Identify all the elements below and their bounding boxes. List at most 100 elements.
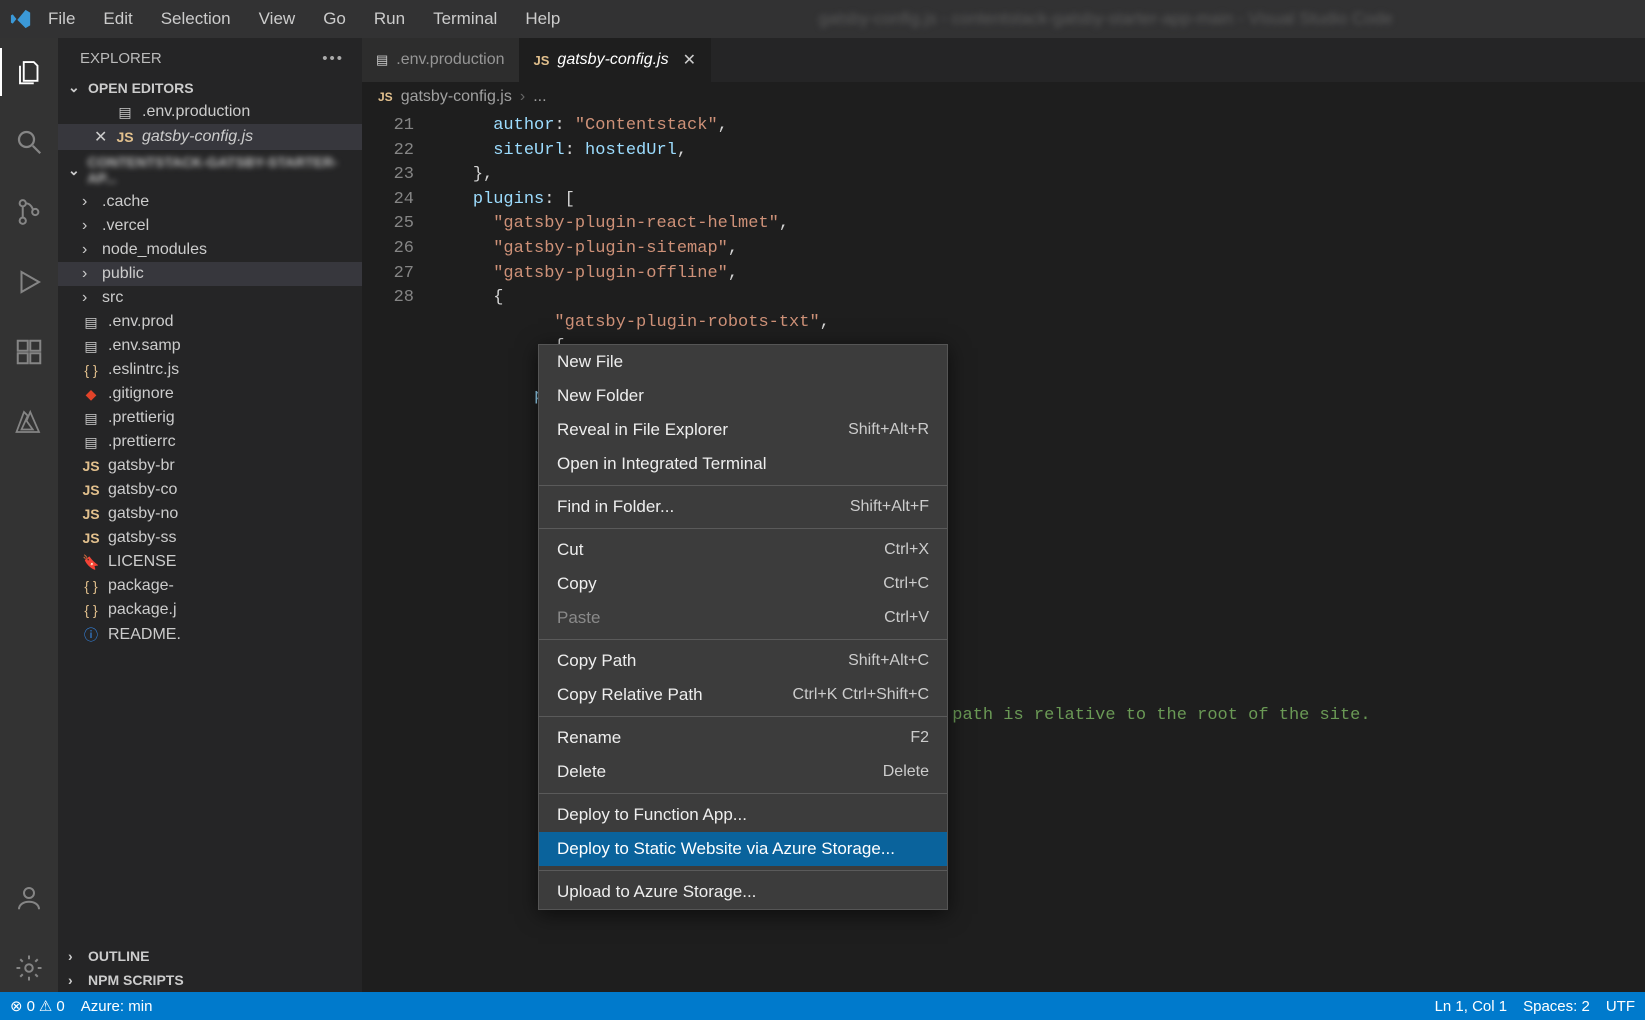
folder-item[interactable]: ›src [58,286,362,310]
menu-separator [539,870,947,871]
status-azure[interactable]: Azure: min [81,998,153,1015]
status-bar: ⊗ 0 ⚠ 0 Azure: min Ln 1, Col 1 Spaces: 2… [0,992,1645,1020]
breadcrumb-part: ... [533,88,546,106]
file-item[interactable]: ▤.env.samp [58,334,362,358]
context-menu-item[interactable]: New File [539,345,947,379]
tree-label: gatsby-ss [108,529,176,547]
menu-item-label: Find in Folder... [557,497,674,517]
breadcrumbs[interactable]: JS gatsby-config.js › ... [362,82,1645,112]
context-menu-item[interactable]: Reveal in File ExplorerShift+Alt+R [539,413,947,447]
source-control-tab-button[interactable] [0,188,58,236]
npm-scripts-section[interactable]: › NPM SCRIPTS [58,968,362,992]
source-control-icon [14,197,44,227]
context-menu-item[interactable]: CopyCtrl+C [539,567,947,601]
account-button[interactable] [0,874,58,922]
context-menu-item[interactable]: DeleteDelete [539,755,947,789]
chevron-right-icon: › [68,972,82,988]
tree-label: README. [108,626,181,644]
menu-separator [539,485,947,486]
status-errors[interactable]: ⊗ 0 ⚠ 0 [10,997,65,1015]
tab-label: .env.production [396,51,504,69]
folder-item[interactable]: ›.vercel [58,214,362,238]
open-editors-list: ▤ .env.production ✕ JS gatsby-config.js [58,100,362,150]
open-editors-section[interactable]: ⌄ OPEN EDITORS [58,75,362,100]
file-item[interactable]: { }package- [58,574,362,598]
chevron-right-icon: › [82,265,94,283]
context-menu-item[interactable]: Upload to Azure Storage... [539,875,947,909]
file-item[interactable]: JS gatsby-ss [58,526,362,550]
file-item[interactable]: JSgatsby-no [58,502,362,526]
warning-count: 0 [56,998,64,1015]
file-item[interactable]: JSgatsby-co [58,478,362,502]
run-debug-tab-button[interactable] [0,258,58,306]
context-menu-item[interactable]: Deploy to Static Website via Azure Stora… [539,832,947,866]
extensions-tab-button[interactable] [0,328,58,376]
close-icon[interactable]: ✕ [94,127,108,147]
context-menu: New FileNew FolderReveal in File Explore… [538,344,948,910]
explorer-sidebar: EXPLORER ••• ⌄ OPEN EDITORS ▤ .env.produ… [58,38,362,992]
status-encoding[interactable]: UTF [1606,998,1635,1015]
editor-tabbar: ▤ .env.production JS gatsby-config.js ✕ [362,38,1645,82]
extensions-icon [14,337,44,367]
open-editor-item[interactable]: ✕ JS gatsby-config.js [58,124,362,150]
lic-icon: 🔖 [82,554,100,571]
tree-label: .env.samp [108,337,181,355]
menu-go[interactable]: Go [311,5,358,33]
close-icon[interactable]: ✕ [683,50,696,70]
file-item[interactable]: ◆.gitignore [58,382,362,406]
file-item[interactable]: { }package.j [58,598,362,622]
chevron-right-icon: › [82,193,94,211]
project-section[interactable]: ⌄ CONTENTSTACK-GATSBY-STARTER-AP... [58,150,362,190]
file-item[interactable]: { }.eslintrc.js [58,358,362,382]
settings-button[interactable] [0,944,58,992]
file-item[interactable]: ▤.prettierrc [58,430,362,454]
menu-selection[interactable]: Selection [149,5,243,33]
context-menu-item[interactable]: Find in Folder... Shift+Alt+F [539,490,947,524]
context-menu-item[interactable]: Copy PathShift+Alt+C [539,644,947,678]
error-icon: ⊗ [10,997,23,1015]
context-menu-item[interactable]: Rename F2 [539,721,947,755]
status-cursor-pos[interactable]: Ln 1, Col 1 [1435,998,1508,1015]
file-item[interactable]: ▤.env.prod [58,310,362,334]
menu-help[interactable]: Help [513,5,572,33]
status-indent[interactable]: Spaces: 2 [1523,998,1590,1015]
folder-item[interactable]: ›node_modules [58,238,362,262]
json-icon: { } [82,578,100,594]
menu-edit[interactable]: Edit [91,5,144,33]
context-menu-item[interactable]: Open in Integrated Terminal [539,447,947,481]
file-item[interactable]: JSgatsby-br [58,454,362,478]
menu-terminal[interactable]: Terminal [421,5,509,33]
menu-file[interactable]: File [36,5,87,33]
chevron-right-icon: › [82,217,94,235]
explorer-more-icon[interactable]: ••• [322,50,344,67]
outline-section[interactable]: › OUTLINE [58,944,362,968]
editor-tab[interactable]: ▤ .env.production [362,38,520,82]
menu-item-shortcut: F2 [910,729,929,747]
azure-icon [14,407,44,437]
file-item[interactable]: ⓘREADME. [58,622,362,648]
folder-item[interactable]: ›.cache [58,190,362,214]
editor-tab[interactable]: JS gatsby-config.js ✕ [520,38,711,82]
search-tab-button[interactable] [0,118,58,166]
files-icon [15,57,45,87]
menu-view[interactable]: View [247,5,308,33]
file-item[interactable]: ▤.prettierig [58,406,362,430]
menu-item-label: Rename [557,728,621,748]
menu-run[interactable]: Run [362,5,417,33]
folder-item[interactable]: ›public [58,262,362,286]
context-menu-item[interactable]: CutCtrl+X [539,533,947,567]
tree-label: .env.prod [108,313,174,331]
menu-item-shortcut: Ctrl+V [884,609,929,627]
js-icon: JS [378,90,393,104]
file-item[interactable]: 🔖LICENSE [58,550,362,574]
context-menu-item[interactable]: New Folder [539,379,947,413]
js-icon: JS [82,530,100,546]
context-menu-item[interactable]: Copy Relative PathCtrl+K Ctrl+Shift+C [539,678,947,712]
activity-bar [0,38,58,992]
context-menu-item[interactable]: Deploy to Function App... [539,798,947,832]
menu-item-label: Upload to Azure Storage... [557,882,756,902]
open-editor-item[interactable]: ▤ .env.production [58,100,362,124]
azure-tab-button[interactable] [0,398,58,446]
menu-item-shortcut: Shift+Alt+F [850,498,929,516]
explorer-tab-button[interactable] [0,48,58,96]
